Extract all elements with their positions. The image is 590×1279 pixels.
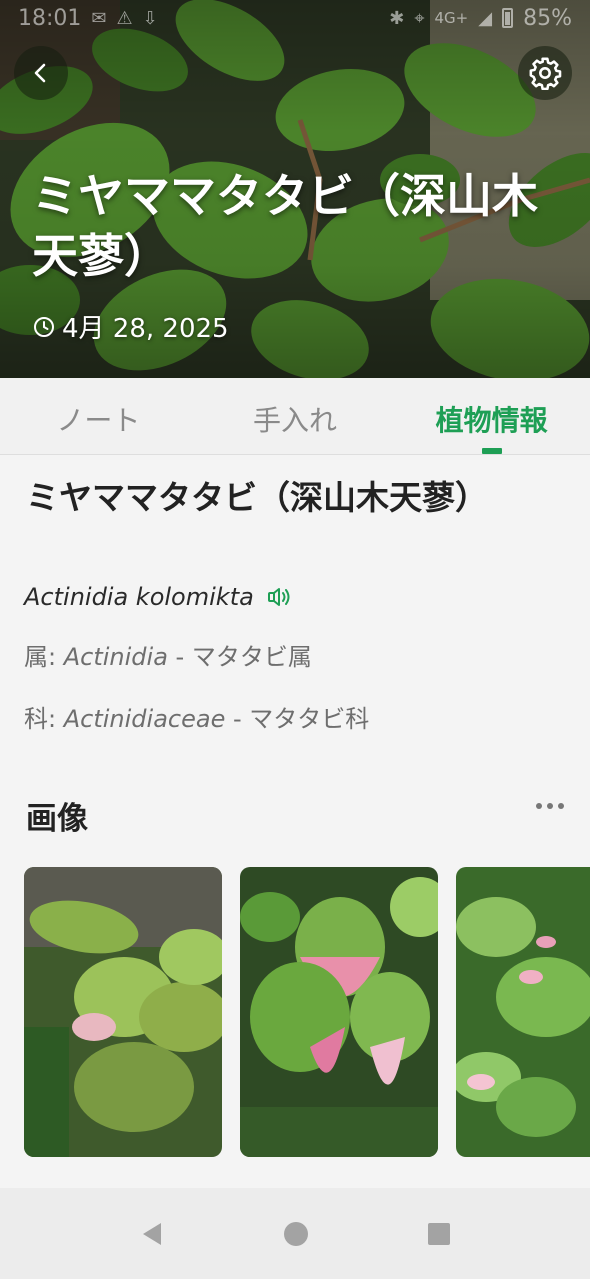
- genus-japanese: - マタタビ属: [167, 643, 312, 671]
- nav-home-icon[interactable]: [283, 1221, 309, 1247]
- notification-icon: ✉: [91, 7, 107, 29]
- signal-icon: ◢: [478, 7, 493, 29]
- tab-bar: ノート 手入れ 植物情報: [0, 378, 590, 455]
- family-label: 科:: [24, 705, 57, 733]
- location-icon: ⌖: [414, 7, 425, 29]
- date-row: 4月 28, 2025: [32, 308, 229, 345]
- tab-plant-info[interactable]: 植物情報: [393, 378, 590, 454]
- back-button[interactable]: [14, 46, 68, 100]
- images-section-title: 画像: [26, 801, 88, 837]
- tab-care[interactable]: 手入れ: [197, 378, 394, 454]
- tab-notes-label: ノート: [56, 404, 141, 437]
- tab-care-label: 手入れ: [253, 404, 338, 437]
- clock-icon: [34, 316, 54, 337]
- scientific-name: Actinidia kolomikta: [24, 583, 254, 611]
- bluetooth-icon: ✱: [389, 7, 405, 29]
- settings-button[interactable]: [518, 46, 572, 100]
- tab-notes[interactable]: ノート: [0, 378, 197, 454]
- genus-latin: Actinidia: [63, 643, 168, 671]
- active-tab-indicator: [481, 448, 502, 454]
- gear-icon: [529, 57, 562, 90]
- plant-image-3[interactable]: [456, 867, 590, 1157]
- plant-image-2[interactable]: [240, 867, 438, 1157]
- plant-image-1[interactable]: [24, 867, 222, 1157]
- speaker-icon[interactable]: [266, 586, 292, 608]
- network-label: 4G+: [434, 9, 469, 27]
- download-icon: ⇩: [142, 7, 158, 29]
- genus-row: 属: Actinidia - マタタビ属: [24, 637, 312, 672]
- family-japanese: - マタタビ科: [225, 705, 370, 733]
- scientific-name-row: Actinidia kolomikta: [24, 583, 292, 611]
- more-options-button[interactable]: [536, 803, 564, 809]
- chevron-left-icon: [34, 63, 46, 83]
- system-nav-bar: [0, 1188, 590, 1279]
- tab-plant-info-label: 植物情報: [435, 404, 548, 437]
- battery-percent: 85%: [523, 5, 572, 31]
- genus-label: 属:: [24, 643, 57, 671]
- header-image: 18:01 ✉ ⚠ ⇩ ✱ ⌖ 4G+ ◢ 85% ミヤママタタビ（深山木天蓼）: [0, 0, 590, 378]
- family-latin: Actinidiaceae: [63, 705, 226, 733]
- warning-icon: ⚠: [116, 7, 133, 29]
- plant-common-name: ミヤママタタビ（深山木天蓼）: [26, 478, 488, 517]
- status-bar: 18:01 ✉ ⚠ ⇩ ✱ ⌖ 4G+ ◢ 85%: [0, 0, 590, 36]
- date-label: 4月 28, 2025: [62, 314, 229, 344]
- nav-back-icon[interactable]: [139, 1220, 165, 1248]
- battery-icon: [502, 8, 514, 28]
- status-time: 18:01: [18, 5, 82, 31]
- image-gallery[interactable]: [24, 867, 590, 1157]
- nav-recents-icon[interactable]: [427, 1222, 451, 1246]
- page-title: ミヤママタタビ（深山木天蓼）: [32, 169, 538, 283]
- family-row: 科: Actinidiaceae - マタタビ科: [24, 699, 369, 734]
